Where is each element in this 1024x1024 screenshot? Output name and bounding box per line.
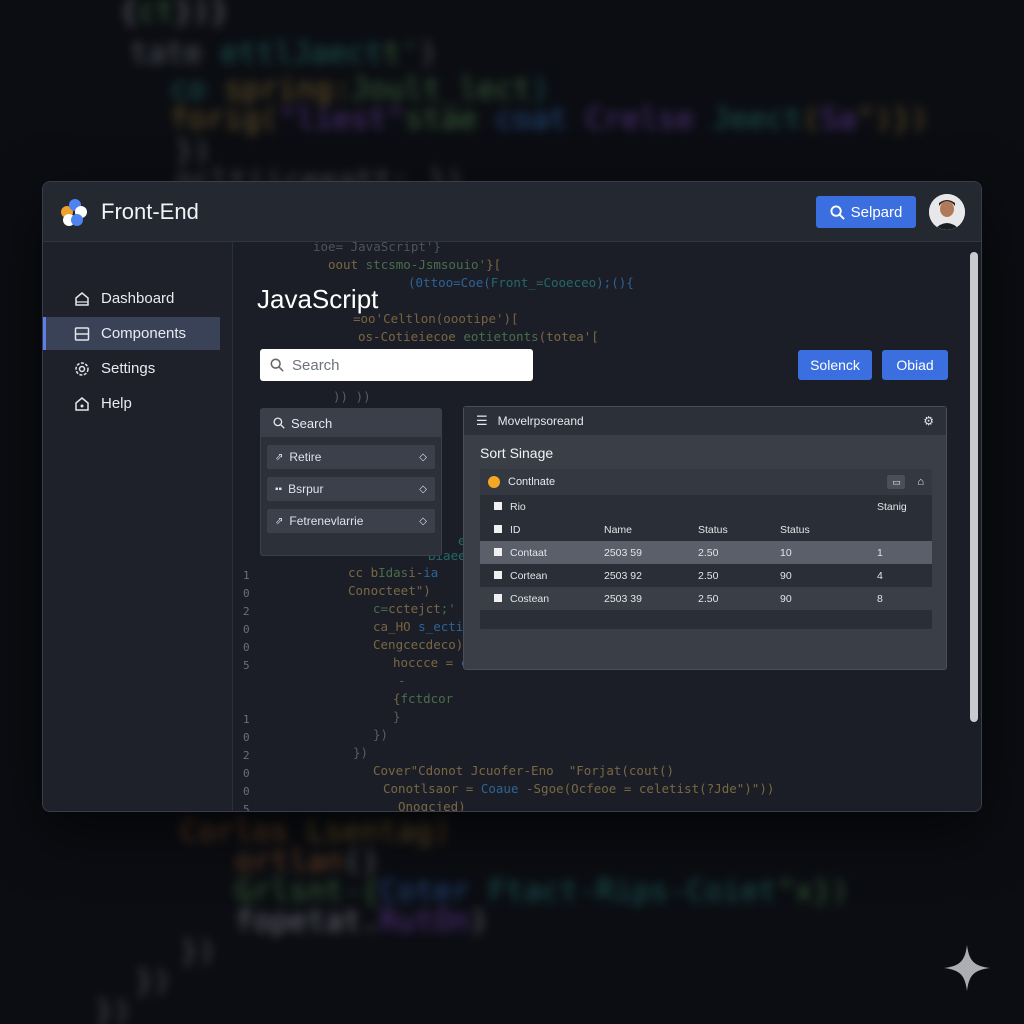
column-header — [780, 495, 877, 518]
table-row[interactable]: Contaat 2503 59 2.50 10 1 — [480, 541, 932, 564]
card-label: Contlnate — [508, 476, 556, 488]
search-field[interactable] — [260, 349, 533, 381]
list-item-label: Fetrenevlarrie — [289, 514, 364, 528]
solenck-button[interactable]: Solenck — [798, 350, 872, 380]
data-table-card: Contlnate ▭ ⌂ Rio Stanig ID Name Status … — [480, 469, 932, 629]
home-icon[interactable]: ⌂ — [917, 476, 924, 488]
top-button-label: Selpard — [850, 203, 903, 221]
components-icon — [73, 325, 91, 343]
top-bar: Front-End Selpard — [43, 182, 981, 242]
grid-icon: ▪▪ — [275, 483, 283, 495]
column-header-name[interactable]: Name — [604, 518, 698, 541]
table-cell: 8 — [877, 587, 932, 610]
table-cell: Costean — [510, 587, 604, 610]
table-panel-header-label: Movelrpsoreand — [497, 414, 584, 428]
table-cell: 90 — [780, 587, 877, 610]
main-content: ioe= JavaScript'} oout stcsmo-Jsmsouio'}… — [233, 242, 967, 811]
component-list-panel: Search ⇗ Retire ◇ ▪▪ Bsrpur ◇ ⇗ Fetrenev… — [260, 408, 442, 556]
link-icon: ⇗ — [275, 451, 284, 463]
sparkle-icon — [944, 945, 990, 991]
data-table-card-header: Contlnate ▭ ⌂ — [480, 469, 932, 495]
sidebar-item-label: Dashboard — [101, 290, 175, 307]
sidebar-item-help[interactable]: Help — [43, 387, 232, 420]
sidebar-item-components[interactable]: Components — [43, 317, 220, 350]
select-all-checkbox[interactable] — [494, 501, 502, 510]
settings-icon[interactable]: ⚙ — [923, 414, 934, 428]
table-cell: 90 — [780, 564, 877, 587]
search-input[interactable] — [292, 356, 512, 374]
header-checkbox[interactable] — [494, 524, 502, 533]
list-item-label: Retire — [289, 450, 322, 464]
avatar[interactable] — [929, 194, 965, 230]
menu-icon[interactable]: ☰ — [476, 413, 488, 429]
table-cell: 2503 92 — [604, 564, 698, 587]
diamond-icon: ◇ — [419, 483, 427, 495]
table-cell: 2.50 — [698, 564, 780, 587]
column-header-id[interactable]: ID — [510, 518, 604, 541]
search-icon — [273, 417, 285, 429]
table-cell: 1 — [877, 541, 932, 564]
status-dot-icon — [488, 476, 500, 488]
link-icon: ⇗ — [275, 515, 284, 527]
table-panel: ☰ Movelrpsoreand ⚙ Sort Sinage Contlnate… — [463, 406, 947, 670]
search-icon — [270, 358, 284, 372]
table-panel-header: ☰ Movelrpsoreand ⚙ — [464, 407, 946, 435]
sidebar-item-label: Components — [101, 325, 187, 342]
page-title: JavaScript — [257, 284, 379, 314]
table-cell: 10 — [780, 541, 877, 564]
column-header-status[interactable]: Status — [698, 518, 780, 541]
table-cell: 2503 59 — [604, 541, 698, 564]
table-cell: Contaat — [510, 541, 604, 564]
gear-icon — [73, 360, 91, 378]
row-checkbox[interactable] — [494, 547, 502, 556]
column-header: Rio — [510, 495, 604, 518]
data-table: Rio Stanig ID Name Status Status Contaat… — [480, 495, 932, 620]
diamond-icon: ◇ — [419, 451, 427, 463]
top-search-button[interactable]: Selpard — [816, 196, 916, 228]
table-row[interactable]: Cortean 2503 92 2.50 90 4 — [480, 564, 932, 587]
vertical-scrollbar[interactable] — [967, 242, 981, 811]
diamond-icon: ◇ — [419, 515, 427, 527]
list-item-label: Bsrpur — [288, 482, 324, 496]
table-cell: Cortean — [510, 564, 604, 587]
search-icon — [830, 204, 845, 220]
column-header: Stanig — [877, 495, 932, 518]
sidebar: Dashboard Components Settings Help — [43, 242, 233, 811]
table-row-partial — [480, 610, 932, 620]
app-title: Front-End — [101, 198, 199, 224]
app-logo-icon — [59, 197, 89, 227]
help-icon — [73, 395, 91, 413]
column-header — [604, 495, 698, 518]
table-cell: 4 — [877, 564, 932, 587]
table-cell: 2503 39 — [604, 587, 698, 610]
list-item[interactable]: ▪▪ Bsrpur ◇ — [267, 477, 435, 501]
scrollbar-thumb[interactable] — [970, 252, 978, 722]
obiad-button[interactable]: Obiad — [882, 350, 948, 380]
app-window: Front-End Selpard Dashboard Components S… — [42, 181, 982, 812]
row-checkbox[interactable] — [494, 570, 502, 579]
sidebar-item-label: Settings — [101, 360, 156, 377]
table-cell: 2.50 — [698, 587, 780, 610]
column-header-status-2[interactable]: Status — [780, 518, 877, 541]
list-item[interactable]: ⇗ Retire ◇ — [267, 445, 435, 469]
panel-search-label: Search — [291, 415, 333, 431]
row-checkbox[interactable] — [494, 593, 502, 602]
window-icon[interactable]: ▭ — [887, 475, 906, 489]
column-header — [698, 495, 780, 518]
sidebar-item-label: Help — [101, 395, 132, 412]
table-panel-title: Sort Sinage — [480, 445, 554, 461]
home-icon — [73, 290, 91, 308]
panel-search[interactable]: Search — [261, 409, 441, 437]
sidebar-item-settings[interactable]: Settings — [43, 352, 232, 385]
table-cell: 2.50 — [698, 541, 780, 564]
list-item[interactable]: ⇗ Fetrenevlarrie ◇ — [267, 509, 435, 533]
column-header — [877, 518, 932, 541]
sidebar-item-dashboard[interactable]: Dashboard — [43, 282, 232, 315]
table-row[interactable]: Costean 2503 39 2.50 90 8 — [480, 587, 932, 610]
